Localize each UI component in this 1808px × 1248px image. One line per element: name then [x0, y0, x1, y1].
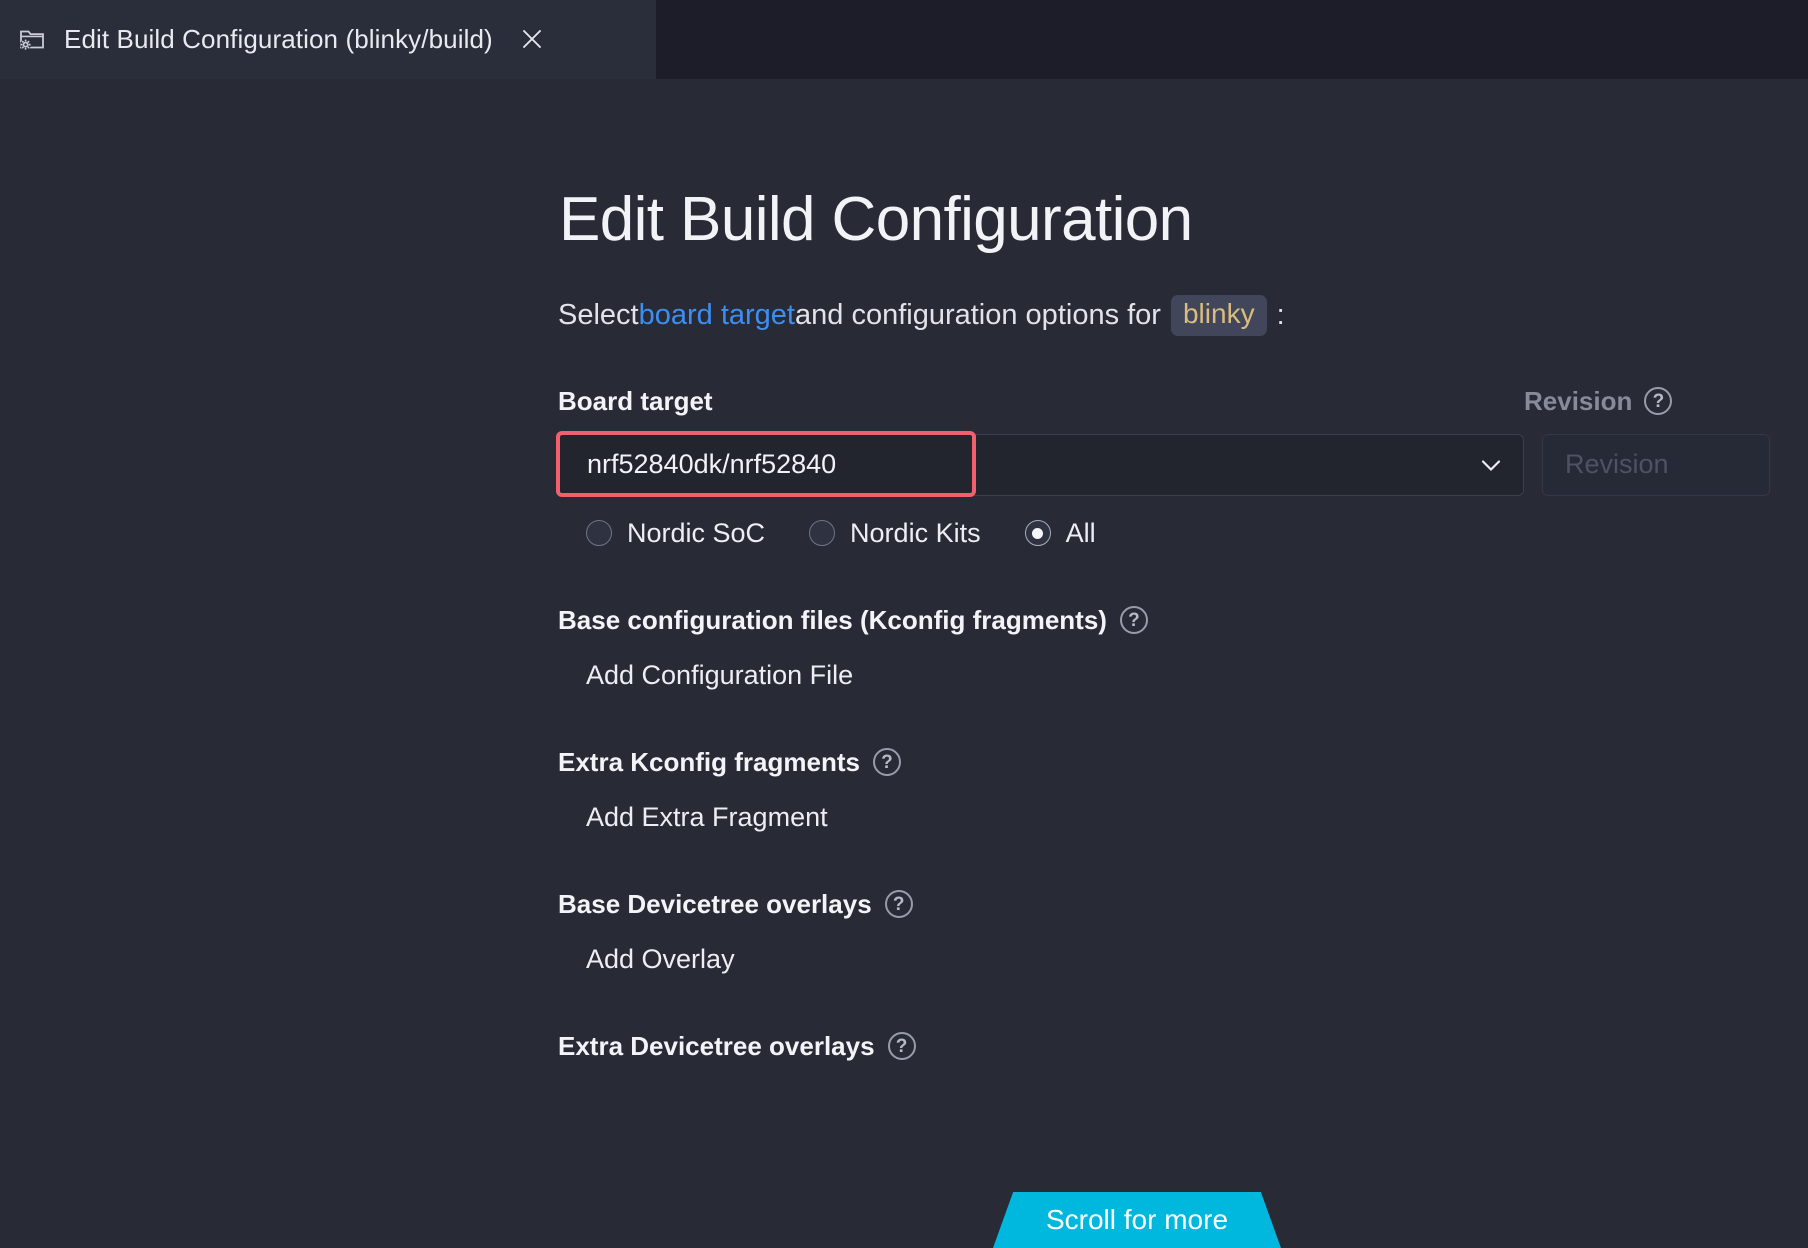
field-inputs-row: nrf52840dk/nrf52840 Revision: [556, 430, 1808, 497]
board-target-label: Board target: [558, 385, 713, 416]
add-configuration-file-button[interactable]: Add Configuration File: [558, 660, 853, 691]
page-subtitle: Select board target and configuration op…: [558, 295, 1808, 336]
section-extra-kconfig-fragments: Extra Kconfig fragments ? Add Extra Frag…: [558, 747, 1808, 833]
build-configuration-page: Edit Build Configuration Select board ta…: [0, 79, 1808, 1248]
close-icon[interactable]: [515, 22, 549, 56]
section-title-text: Base Devicetree overlays: [558, 888, 872, 919]
help-icon-base-configuration-files[interactable]: ?: [1119, 606, 1148, 635]
board-target-value: nrf52840dk/nrf52840: [587, 449, 837, 480]
section-title-text: Extra Devicetree overlays: [558, 1030, 875, 1061]
subtitle-prefix: Select: [558, 299, 639, 331]
radio-dot-selected-icon: [1024, 520, 1051, 547]
section-extra-devicetree-overlays: Extra Devicetree overlays ?: [558, 1031, 1808, 1062]
radio-nordic-kits[interactable]: Nordic Kits: [809, 518, 981, 549]
revision-label-group: Revision ?: [1524, 385, 1673, 417]
section-title-text: Base configuration files (Kconfig fragme…: [558, 604, 1107, 635]
section-base-devicetree-overlays: Base Devicetree overlays ? Add Overlay: [558, 889, 1808, 975]
scroll-for-more-label: Scroll for more: [1045, 1204, 1229, 1235]
help-icon-revision[interactable]: ?: [1644, 387, 1673, 416]
tab-bar: Edit Build Configuration (blinky/build): [0, 0, 1808, 79]
board-filter-radio-group: Nordic SoC Nordic Kits All: [558, 518, 1808, 549]
help-icon-base-devicetree-overlays[interactable]: ?: [884, 890, 913, 919]
section-title: Base Devicetree overlays ?: [558, 889, 1808, 920]
project-name-chip: blinky: [1170, 295, 1267, 336]
help-icon-extra-kconfig-fragments[interactable]: ?: [872, 748, 901, 777]
revision-input[interactable]: Revision: [1542, 433, 1770, 496]
page-title: Edit Build Configuration: [559, 185, 1193, 254]
subtitle-middle: and configuration options for: [795, 299, 1161, 331]
chevron-down-icon[interactable]: [1477, 451, 1505, 479]
section-title: Extra Devicetree overlays ?: [558, 1031, 1808, 1062]
tab-edit-build-configuration[interactable]: Edit Build Configuration (blinky/build): [0, 0, 656, 79]
add-extra-fragment-button[interactable]: Add Extra Fragment: [558, 802, 828, 833]
board-target-select[interactable]: nrf52840dk/nrf52840: [556, 430, 1524, 497]
radio-label: All: [1065, 517, 1096, 548]
radio-label: Nordic SoC: [627, 517, 766, 548]
subtitle-suffix: :: [1276, 299, 1285, 331]
section-title-text: Extra Kconfig fragments: [558, 746, 860, 777]
revision-placeholder: Revision: [1565, 449, 1669, 480]
folder-gear-icon: [14, 21, 50, 57]
section-title: Extra Kconfig fragments ?: [558, 747, 1808, 778]
tab-title: Edit Build Configuration (blinky/build): [64, 23, 493, 54]
radio-dot-icon: [809, 520, 836, 547]
radio-nordic-soc[interactable]: Nordic SoC: [586, 518, 765, 549]
scroll-for-more-banner[interactable]: Scroll for more: [993, 1192, 1281, 1248]
radio-dot-icon: [586, 520, 612, 547]
help-icon-extra-devicetree-overlays[interactable]: ?: [887, 1032, 916, 1061]
add-overlay-button[interactable]: Add Overlay: [558, 944, 735, 975]
revision-label: Revision: [1524, 385, 1633, 416]
board-target-label-group: Board target: [558, 386, 1524, 417]
radio-label: Nordic Kits: [850, 517, 981, 548]
section-title: Base configuration files (Kconfig fragme…: [558, 605, 1808, 636]
field-labels-row: Board target Revision ?: [558, 386, 1808, 417]
board-target-link[interactable]: board target: [639, 298, 795, 333]
section-base-configuration-files: Base configuration files (Kconfig fragme…: [558, 605, 1808, 691]
radio-all[interactable]: All: [1024, 517, 1096, 549]
